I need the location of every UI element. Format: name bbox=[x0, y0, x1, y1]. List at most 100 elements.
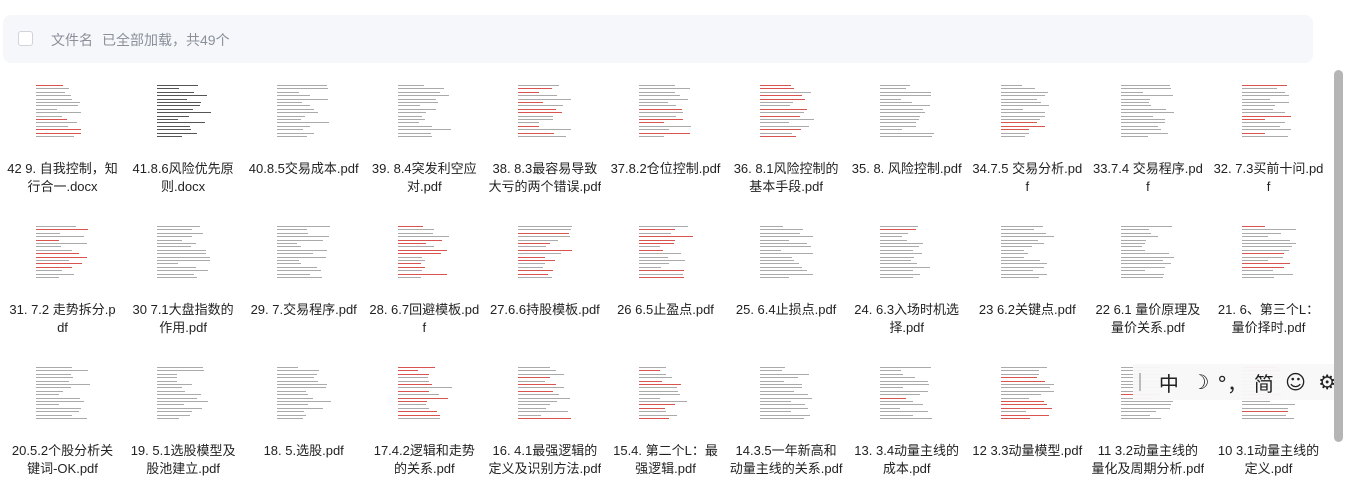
thumbnail-text-line bbox=[277, 394, 309, 396]
thumbnail-text-line bbox=[639, 411, 666, 413]
file-name: 22 6.1 量价原理及量价关系.pdf bbox=[1095, 302, 1201, 335]
thumbnail-text-line bbox=[156, 243, 196, 244]
thumbnail-text-line bbox=[397, 263, 421, 265]
file-item[interactable]: 21. 6、第三个L：量价择时.pdf bbox=[1208, 219, 1329, 349]
thumbnail-text-line bbox=[1121, 256, 1175, 258]
thumbnail-text-line bbox=[639, 229, 675, 231]
thumbnail-text-line bbox=[880, 377, 916, 379]
thumbnail-text-line bbox=[518, 277, 553, 278]
file-item[interactable]: 27.6.6持股模板.pdf bbox=[484, 219, 605, 349]
file-item[interactable]: 29. 7.交易程序.pdf bbox=[243, 219, 364, 349]
file-item[interactable]: 24. 6.3入场时机选择.pdf bbox=[846, 219, 967, 349]
thumbnail-text-line bbox=[639, 112, 683, 114]
file-item[interactable]: 39. 8.4突发利空应对.pdf bbox=[364, 78, 485, 208]
thumbnail-text-line bbox=[397, 119, 425, 120]
file-item[interactable]: 23 6.2关键点.pdf bbox=[967, 219, 1088, 349]
thumbnail-text-line bbox=[1000, 260, 1040, 261]
file-item[interactable]: 40.8.5交易成本.pdf bbox=[243, 78, 364, 208]
simplified-button[interactable]: 简 bbox=[1248, 368, 1280, 397]
file-thumbnail bbox=[878, 364, 937, 422]
column-label[interactable]: 文件名 bbox=[51, 30, 93, 50]
thumbnail-text-line bbox=[1121, 119, 1166, 120]
thumbnail-text-line bbox=[1000, 384, 1054, 385]
thumbnail-text-line bbox=[277, 88, 329, 90]
thumbnail-text-line bbox=[1121, 122, 1166, 124]
thumbnail-text-line bbox=[1121, 260, 1164, 261]
thumbnail-text-line bbox=[277, 232, 309, 234]
thumbnail-text-line bbox=[1121, 229, 1150, 231]
file-thumbnail bbox=[757, 82, 816, 140]
thumbnail-text-line bbox=[397, 98, 436, 100]
thumbnail-text-line bbox=[1242, 277, 1274, 278]
thumbnail-text-line bbox=[759, 370, 782, 372]
thumbnail-text-line bbox=[639, 232, 671, 234]
thumbnail-text-line bbox=[518, 115, 554, 117]
thumbnail-text-line bbox=[759, 407, 808, 409]
thumbnail-text-line bbox=[397, 129, 451, 131]
file-item[interactable]: 32. 7.3买前十问.pdf bbox=[1208, 78, 1329, 208]
thumbnail-text-line bbox=[880, 394, 921, 396]
file-item[interactable]: 12 3.3动量模型.pdf bbox=[967, 360, 1088, 490]
thumbnail-text-line bbox=[639, 136, 664, 137]
thumbnail-text-line bbox=[277, 407, 324, 409]
thumbnail-text-line bbox=[759, 270, 807, 272]
thumbnail-text-line bbox=[277, 253, 314, 255]
file-grid: 42 9. 自我控制，知行合一.docx 41.8.6风险优先原则.docx 40.… bbox=[0, 78, 1330, 498]
thumbnail-text-line bbox=[518, 125, 540, 127]
file-item[interactable]: 38. 8.3最容易导致大亏的两个错误.pdf bbox=[484, 78, 605, 208]
thumbnail-text-line bbox=[518, 394, 560, 396]
file-item[interactable]: 18. 5.选股.pdf bbox=[243, 360, 364, 490]
thumbnail-text-line bbox=[518, 373, 565, 375]
thumbnail-text-line bbox=[1000, 397, 1029, 399]
file-item[interactable]: 31. 7.2 走势拆分.pdf bbox=[2, 219, 123, 349]
file-item[interactable]: 30 7.1大盘指数的作用.pdf bbox=[123, 219, 244, 349]
emoji-icon[interactable]: ☺ bbox=[1280, 370, 1312, 394]
thumbnail-text-line bbox=[397, 387, 452, 389]
file-item[interactable]: 37.8.2仓位控制.pdf bbox=[605, 78, 726, 208]
file-item[interactable]: 33.7.4 交易程序.pdf bbox=[1087, 78, 1208, 208]
file-item[interactable]: 28. 6.7回避模板.pdf bbox=[364, 219, 485, 349]
thumbnail-text-line bbox=[518, 105, 564, 107]
thumbnail-text-line bbox=[639, 88, 690, 90]
file-item[interactable]: 41.8.6风险优先原则.docx bbox=[123, 78, 244, 208]
punctuation-button[interactable]: °， bbox=[1216, 368, 1248, 397]
file-item[interactable]: 42 9. 自我控制，知行合一.docx bbox=[2, 78, 123, 208]
moon-icon[interactable]: ☽ bbox=[1185, 370, 1217, 394]
thumbnail-text-line bbox=[36, 119, 67, 120]
thumbnail-text-line bbox=[36, 85, 63, 86]
file-item[interactable]: 22 6.1 量价原理及量价关系.pdf bbox=[1087, 219, 1208, 349]
file-item[interactable]: 36. 8.1风险控制的基本手段.pdf bbox=[726, 78, 847, 208]
thumbnail-text-line bbox=[759, 236, 813, 238]
file-name: 39. 8.4突发利空应对.pdf bbox=[371, 161, 477, 194]
thumbnail-text-line bbox=[156, 98, 187, 100]
thumbnail-text-line bbox=[639, 397, 660, 399]
file-item[interactable]: 25. 6.4止损点.pdf bbox=[726, 219, 847, 349]
scrollbar-thumb[interactable] bbox=[1334, 70, 1343, 442]
thumbnail-text-line bbox=[880, 115, 921, 117]
thumbnail-text-line bbox=[36, 404, 59, 406]
file-item[interactable]: 17.4.2逻辑和走势的关系.pdf bbox=[364, 360, 485, 490]
thumbnail-text-line bbox=[639, 370, 660, 372]
thumbnail-text-line bbox=[277, 246, 302, 248]
thumbnail-text-line bbox=[880, 380, 929, 382]
file-item[interactable]: 13. 3.4动量主线的成本.pdf bbox=[846, 360, 967, 490]
ime-mode-button[interactable]: 中 bbox=[1153, 368, 1185, 397]
ime-drag-handle[interactable] bbox=[1139, 373, 1141, 391]
thumbnail-text-line bbox=[518, 108, 557, 110]
file-name: 27.6.6持股模板.pdf bbox=[489, 302, 600, 317]
file-item[interactable]: 20.5.2个股分析关键词-OK.pdf bbox=[2, 360, 123, 490]
thumbnail-text-line bbox=[36, 390, 63, 392]
file-item[interactable]: 26 6.5止盈点.pdf bbox=[605, 219, 726, 349]
file-item[interactable]: 14.3.5一年新高和动量主线的关系.pdf bbox=[726, 360, 847, 490]
file-item[interactable]: 35. 8. 风险控制.pdf bbox=[846, 78, 967, 208]
thumbnail-text-line bbox=[1242, 401, 1270, 402]
file-item[interactable]: 15.4. 第二个L：最强逻辑.pdf bbox=[605, 360, 726, 490]
select-all-checkbox[interactable] bbox=[18, 31, 33, 46]
file-item[interactable]: 34.7.5 交易分析.pdf bbox=[967, 78, 1088, 208]
thumbnail-text-line bbox=[518, 119, 554, 120]
thumbnail-text-line bbox=[1121, 102, 1150, 103]
thumbnail-text-line bbox=[36, 387, 71, 389]
file-item[interactable]: 19. 5.1选股模型及股池建立.pdf bbox=[123, 360, 244, 490]
file-item[interactable]: 16. 4.1最强逻辑的定义及识别方法.pdf bbox=[484, 360, 605, 490]
file-name: 42 9. 自我控制，知行合一.docx bbox=[7, 161, 118, 194]
